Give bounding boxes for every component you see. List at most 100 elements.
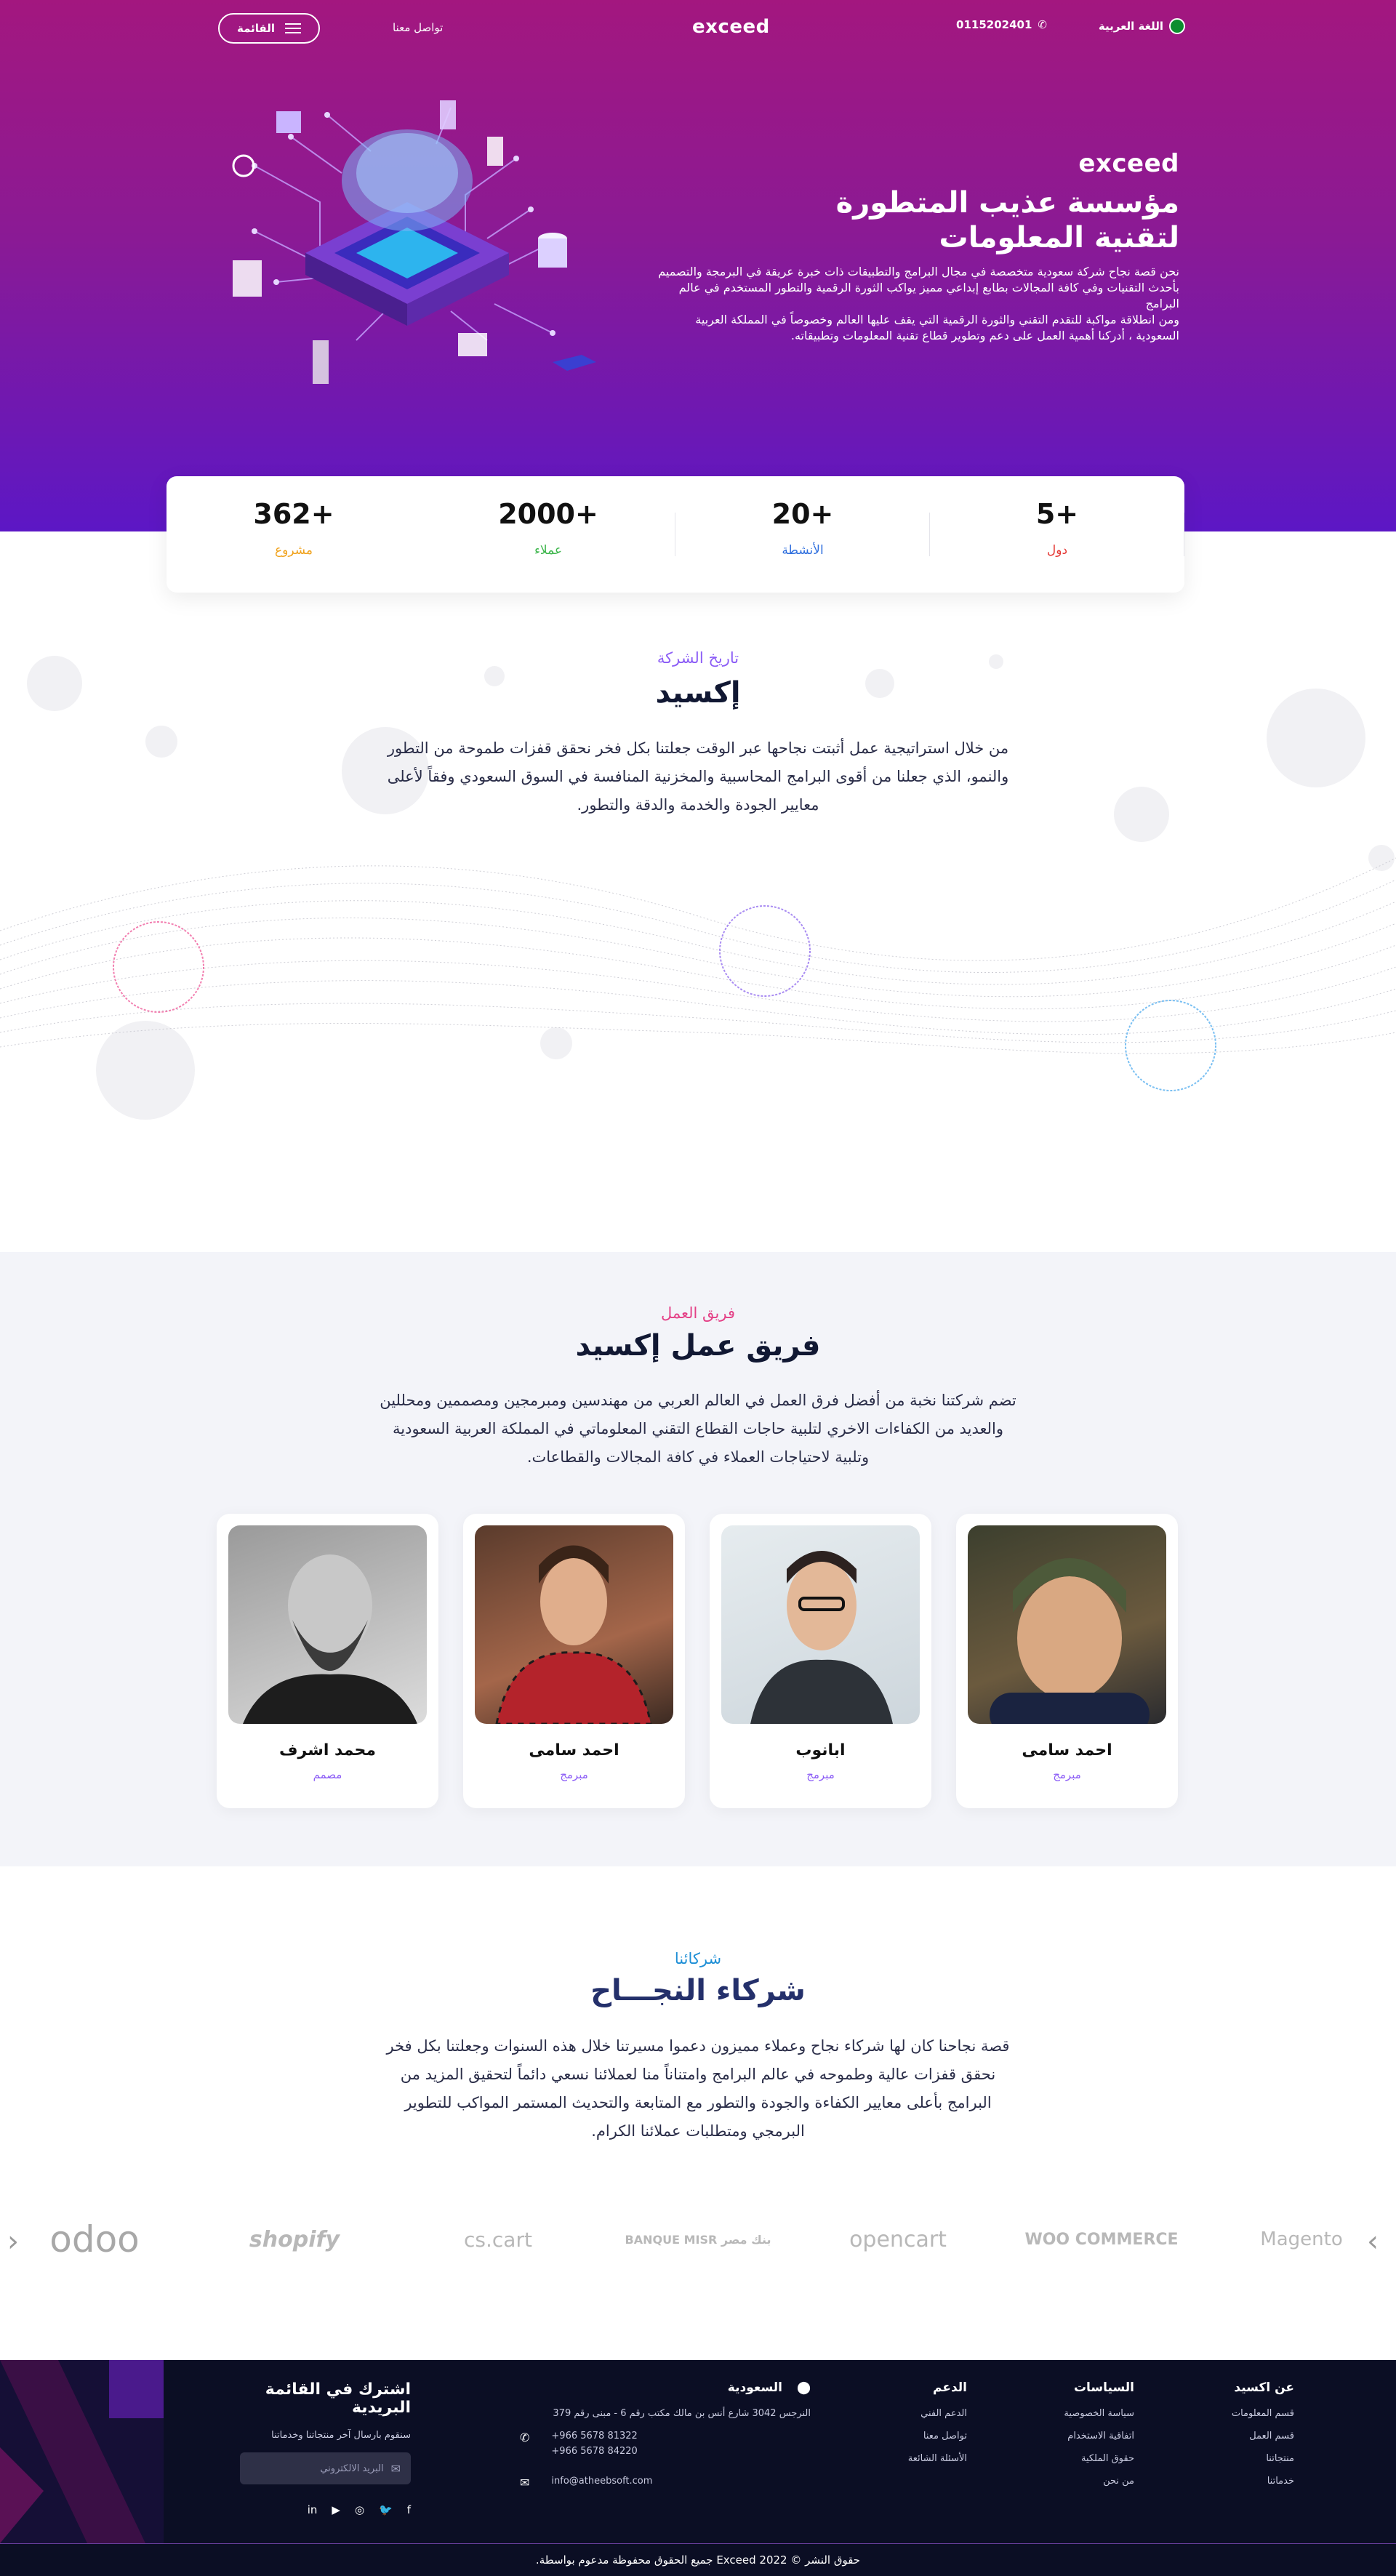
partner-logo-shopify[interactable]: shopify	[211, 2199, 378, 2279]
phone-number[interactable]: 0115202401 ✆	[956, 18, 1047, 31]
footer-newsletter-column: اشترك في القائمة البريدية سنقوم بارسال آ…	[207, 2380, 411, 2516]
footer-link[interactable]: حقوق الملكية	[1064, 2453, 1134, 2464]
team-card[interactable]: احمد سامى مبرمج	[463, 1514, 685, 1808]
footer-phone[interactable]: +966 5678 84220	[551, 2446, 637, 2457]
partner-logo-opencart[interactable]: opencart	[814, 2199, 982, 2279]
footer-policies-column: السياسات سياسة الخصوصية اتفاقية الاستخدا…	[1064, 2380, 1134, 2498]
location-pin-icon: ⬤	[796, 2380, 811, 2395]
footer-link[interactable]: تواصل معنا	[908, 2431, 967, 2441]
partner-logo-odoo[interactable]: odoo	[11, 2199, 178, 2279]
mail-icon: ✉	[390, 2461, 401, 2476]
newsletter-placeholder: البريد الالكتروني	[320, 2463, 384, 2474]
copyright: حقوق النشر © Exceed 2022 جميع الحقوق محف…	[0, 2543, 1396, 2576]
team-member-name: محمد اشرف	[278, 1741, 376, 1760]
partners-title: شركاء النجـــاح	[590, 1974, 806, 2007]
team-section: فريق العمل فريق عمل إكسيد تضم شركتنا نخب…	[0, 1252, 1396, 1866]
contact-link[interactable]: تواصل معنا	[393, 21, 443, 34]
team-member-role: مبرمج	[1053, 1768, 1081, 1781]
stat-value: 20+	[771, 498, 834, 530]
stat-label: دول	[1046, 543, 1068, 558]
history-title: إكسيد	[655, 676, 741, 710]
hero-description: نحن قصة نجاح شركة سعودية متخصصة في مجال …	[656, 264, 1179, 344]
footer-logo-mark	[0, 2360, 164, 2543]
stats-card: 362+ مشروع 2000+ عملاء 20+ الأنشطة 5+ دول	[167, 476, 1184, 593]
stat-label: عملاء	[534, 543, 563, 558]
team-card[interactable]: محمد اشرف مصمم	[217, 1514, 438, 1808]
newsletter-title: اشترك في القائمة البريدية	[265, 2380, 411, 2417]
team-member-role: مبرمج	[560, 1768, 588, 1781]
team-photo	[228, 1525, 427, 1724]
team-member-name: احمد سامى	[529, 1741, 619, 1760]
site-logo[interactable]: exceed	[692, 16, 770, 38]
hero-logo: exceed	[1078, 149, 1179, 178]
twitter-icon[interactable]: 🐦	[379, 2503, 393, 2516]
newsletter-desc: سنقوم بارسال آخر منتجاتنا وخدماتنا	[271, 2430, 411, 2441]
footer-email[interactable]: info@atheebsoft.com	[551, 2476, 652, 2487]
team-photo	[968, 1525, 1166, 1724]
team-card[interactable]: ابانوب مبرمج	[710, 1514, 931, 1808]
footer-link[interactable]: قسم المعلومات	[1232, 2408, 1294, 2419]
partner-logo-magento[interactable]: Magento	[1218, 2199, 1385, 2279]
team-card[interactable]: احمد سامى مبرمج	[956, 1514, 1178, 1808]
footer-about-column: عن اكسيد قسم المعلومات قسم العمل منتجاتن…	[1232, 2380, 1294, 2498]
footer-support-column: الدعم الدعم الفني تواصل معنا الأسئلة الش…	[908, 2380, 967, 2476]
phone-icon: ✆	[520, 2431, 530, 2444]
footer-link[interactable]: الأسئلة الشائعة	[908, 2453, 967, 2464]
stat-item: 2000+ عملاء	[421, 476, 675, 593]
mail-icon: ✉	[520, 2476, 530, 2489]
hero-text: exceed مؤسسة عذيب المتطورة لتقنية المعلو…	[656, 149, 1179, 344]
partner-logo-woocommerce[interactable]: WOO COMMERCE	[1018, 2199, 1185, 2279]
team-photo	[475, 1525, 673, 1724]
hero-title-line2: لتقنية المعلومات	[939, 221, 1180, 254]
stat-value: 2000+	[498, 498, 598, 530]
facebook-icon[interactable]: f	[407, 2503, 411, 2516]
instagram-icon[interactable]: ◎	[355, 2503, 364, 2516]
stat-value: 362+	[253, 498, 334, 530]
stat-value: 5+	[1035, 498, 1079, 530]
person-avatar-icon	[750, 1551, 893, 1724]
person-avatar-icon	[495, 1545, 652, 1724]
decorative-background	[0, 654, 1396, 1120]
hero-title: مؤسسة عذيب المتطورة لتقنية المعلومات	[656, 185, 1179, 255]
history-body: من خلال استراتيجية عمل أثبتت نجاحها عبر …	[387, 739, 1009, 814]
partners-subtitle: شركائنا	[674, 1950, 722, 1967]
footer-link[interactable]: منتجاتنا	[1232, 2453, 1294, 2464]
team-member-role: مبرمج	[806, 1768, 835, 1781]
person-avatar-icon	[243, 1554, 417, 1724]
team-title: فريق عمل إكسيد	[575, 1329, 821, 1363]
phone-icon: ✆	[1038, 18, 1047, 31]
footer-contact-title: ⬤ السعودية	[520, 2380, 811, 2395]
menu-button[interactable]: القائمة	[218, 13, 320, 44]
partners-body: قصة نجاحنا كان لها شركاء نجاح وعملاء ممي…	[386, 2037, 1010, 2140]
hero-description-1: نحن قصة نجاح شركة سعودية متخصصة في مجال …	[658, 265, 1179, 310]
footer-link[interactable]: الدعم الفني	[908, 2408, 967, 2419]
partner-logo-banque-misr[interactable]: بنك مصر BANQUE MISR	[614, 2199, 782, 2279]
footer-policies-title: السياسات	[1073, 2380, 1134, 2395]
stat-item: 5+ دول	[930, 476, 1184, 593]
footer-contact-column: ⬤ السعودية النرجس 3042 شارع أنس بن مالك م…	[520, 2380, 811, 2498]
footer-link[interactable]: اتفاقية الاستخدام	[1064, 2431, 1134, 2441]
stat-item: 20+ الأنشطة	[675, 476, 930, 593]
footer-support-title: الدعم	[933, 2380, 967, 2395]
footer-link[interactable]: قسم العمل	[1232, 2431, 1294, 2441]
team-member-role: مصمم	[313, 1768, 342, 1781]
social-icons: f 🐦 ◎ ▶ in	[207, 2503, 411, 2516]
language-label: اللغة العربية	[1098, 20, 1163, 33]
newsletter-input[interactable]: ✉ البريد الالكتروني	[240, 2452, 411, 2484]
footer-link[interactable]: خدماتنا	[1232, 2476, 1294, 2487]
footer-phone[interactable]: +966 5678 81322	[551, 2431, 637, 2441]
partner-logo-cscart[interactable]: cs.cart	[414, 2199, 582, 2279]
saudi-flag-icon	[1169, 18, 1185, 34]
hamburger-icon	[285, 23, 301, 33]
footer-address: النرجس 3042 شارع أنس بن مالك مكتب رقم 6 …	[553, 2408, 811, 2419]
footer-link[interactable]: من نحن	[1064, 2476, 1134, 2487]
stat-label: مشروع	[274, 543, 313, 558]
top-bar: القائمة تواصل معنا exceed 0115202401 ✆ ا…	[218, 13, 1185, 44]
linkedin-icon[interactable]: in	[308, 2503, 318, 2516]
team-body: تضم شركتنا نخبة من أفضل فرق العمل في الع…	[380, 1392, 1016, 1466]
tech-illustration	[232, 100, 596, 384]
language-switch[interactable]: اللغة العربية	[1099, 18, 1185, 34]
footer-link[interactable]: سياسة الخصوصية	[1064, 2408, 1134, 2419]
youtube-icon[interactable]: ▶	[332, 2503, 340, 2516]
person-avatar-icon	[990, 1558, 1150, 1724]
